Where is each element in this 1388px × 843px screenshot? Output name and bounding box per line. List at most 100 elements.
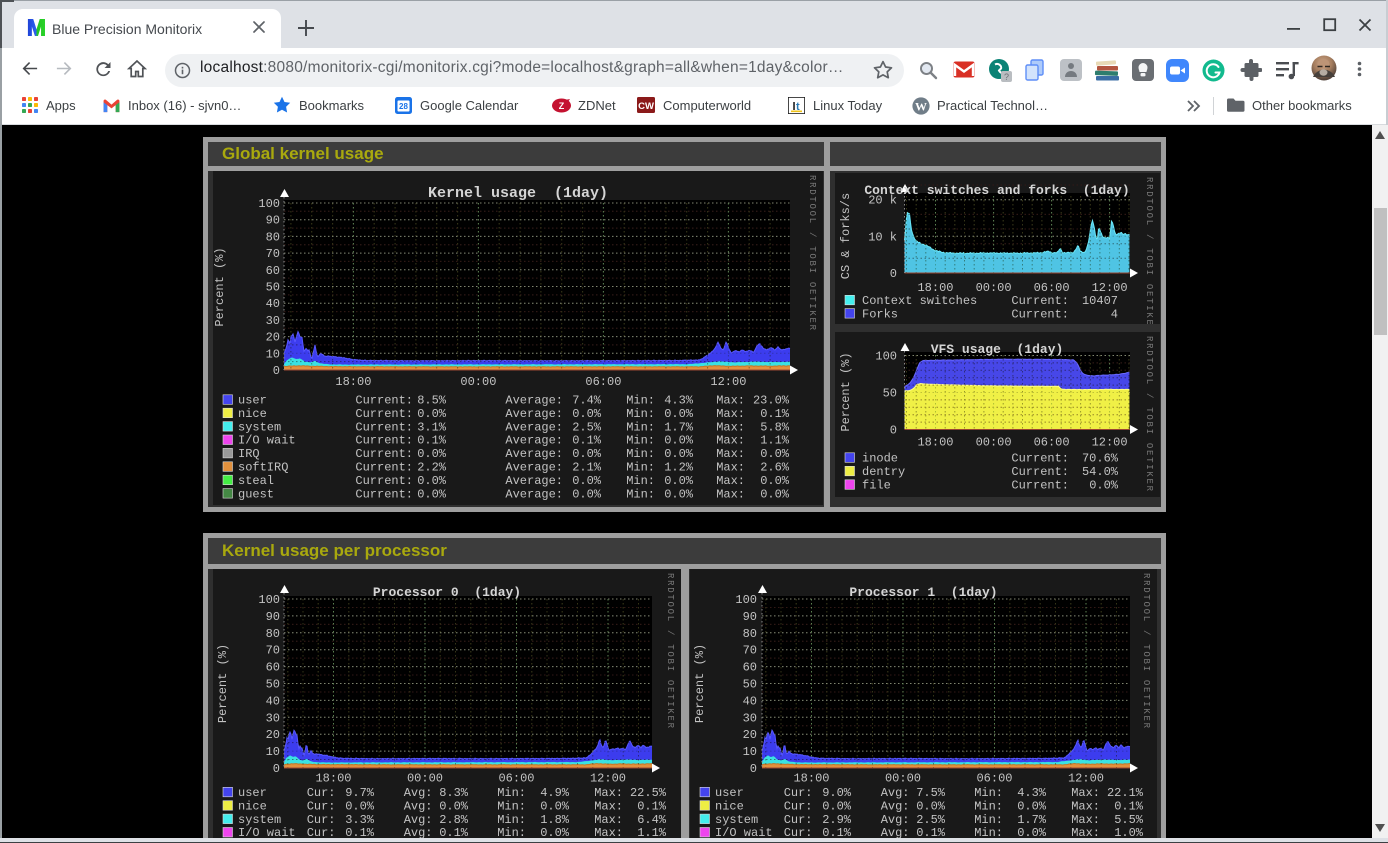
svg-text:Max:: Max:	[1071, 786, 1100, 800]
svg-text:Max:: Max:	[716, 474, 745, 488]
svg-text:0: 0	[273, 762, 280, 776]
svg-text:06:00: 06:00	[585, 375, 621, 389]
svg-text:Avg:: Avg:	[404, 813, 433, 827]
svg-text:Average:: Average:	[505, 474, 563, 488]
svg-text:0: 0	[890, 267, 897, 281]
svg-text:softIRQ: softIRQ	[238, 461, 288, 475]
svg-text:Max:: Max:	[716, 407, 745, 421]
svg-text:Cur:: Cur:	[784, 813, 813, 827]
svg-text:0.0%: 0.0%	[417, 447, 447, 461]
svg-text:Min:: Min:	[626, 461, 655, 475]
svg-text:80: 80	[266, 627, 280, 641]
svg-text:70: 70	[266, 644, 280, 658]
svg-text:nice: nice	[238, 799, 267, 813]
svg-text:Max:: Max:	[594, 799, 623, 813]
svg-text:IRQ: IRQ	[238, 447, 260, 461]
svg-text:0.0%: 0.0%	[572, 447, 602, 461]
svg-text:06:00: 06:00	[1034, 281, 1070, 295]
svg-text:00:00: 00:00	[407, 772, 443, 786]
svg-text:10: 10	[266, 745, 280, 759]
svg-text:?: ?	[1004, 72, 1009, 82]
svg-text:1.7%: 1.7%	[664, 420, 694, 434]
svg-text:60: 60	[266, 661, 280, 675]
svg-text:90: 90	[266, 610, 280, 624]
svg-text:Context switches: Context switches	[862, 294, 977, 308]
svg-text:Average:: Average:	[505, 434, 563, 448]
svg-text:RRDTOOL / TOBI OETIKER: RRDTOOL / TOBI OETIKER	[1144, 336, 1154, 492]
svg-text:12:00: 12:00	[710, 375, 746, 389]
svg-text:W: W	[915, 99, 927, 113]
svg-text:system: system	[238, 420, 281, 434]
svg-text:50: 50	[883, 387, 897, 401]
svg-text:Min:: Min:	[974, 786, 1003, 800]
svg-text:0.0%: 0.0%	[572, 474, 602, 488]
svg-text:Max:: Max:	[716, 447, 745, 461]
svg-text:Current:: Current:	[355, 394, 413, 408]
svg-text:0: 0	[273, 364, 280, 378]
svg-text:0.0%: 0.0%	[417, 487, 447, 501]
svg-text:20: 20	[266, 331, 280, 345]
svg-text:2.6%: 2.6%	[760, 461, 790, 475]
svg-text:22.5%: 22.5%	[630, 786, 667, 800]
svg-text:inode: inode	[862, 452, 898, 466]
svg-text:Current:: Current:	[355, 487, 413, 501]
svg-text:6.4%: 6.4%	[637, 813, 667, 827]
svg-text:RRDTOOL / TOBI OETIKER: RRDTOOL / TOBI OETIKER	[1144, 177, 1154, 324]
svg-text:CS & forks/s: CS & forks/s	[839, 193, 853, 279]
svg-text:Current:: Current:	[1011, 307, 1069, 321]
svg-text:Min:: Min:	[974, 799, 1003, 813]
svg-text:54.0%: 54.0%	[1082, 465, 1119, 479]
svg-text:Max:: Max:	[716, 394, 745, 408]
svg-text:4: 4	[1111, 307, 1118, 321]
svg-text:0: 0	[750, 762, 757, 776]
svg-text:18:00: 18:00	[917, 436, 953, 450]
svg-text:RRDTOOL / TOBI OETIKER: RRDTOOL / TOBI OETIKER	[807, 175, 817, 331]
svg-text:Context switches and forks (1: Context switches and forks (1day)	[864, 183, 1129, 198]
svg-text:0.0%: 0.0%	[916, 799, 946, 813]
svg-text:0.0%: 0.0%	[664, 447, 694, 461]
svg-text:0.0%: 0.0%	[417, 474, 447, 488]
svg-text:RRDTOOL / TOBI OETIKER: RRDTOOL / TOBI OETIKER	[1141, 573, 1151, 729]
svg-text:guest: guest	[238, 487, 274, 501]
svg-text:Average:: Average:	[505, 407, 563, 421]
svg-text:Current:: Current:	[355, 407, 413, 421]
svg-text:Current:: Current:	[1011, 452, 1069, 466]
svg-text:Avg:: Avg:	[881, 786, 910, 800]
svg-text:0.0%: 0.0%	[664, 474, 694, 488]
svg-text:Min:: Min:	[626, 420, 655, 434]
svg-text:2.8%: 2.8%	[439, 813, 469, 827]
svg-text:40: 40	[743, 694, 757, 708]
svg-text:2.5%: 2.5%	[572, 420, 602, 434]
svg-text:90: 90	[266, 214, 280, 228]
svg-text:12:00: 12:00	[1092, 436, 1128, 450]
svg-text:Max:: Max:	[716, 434, 745, 448]
svg-text:Kernel usage (1day): Kernel usage (1day)	[428, 185, 608, 202]
svg-text:70: 70	[743, 644, 757, 658]
svg-text:Min:: Min:	[974, 813, 1003, 827]
svg-text:80: 80	[743, 627, 757, 641]
svg-text:Processor 1 (1day): Processor 1 (1day)	[849, 585, 997, 600]
svg-text:Average:: Average:	[505, 461, 563, 475]
svg-text:0.0%: 0.0%	[822, 799, 852, 813]
svg-text:10407: 10407	[1082, 294, 1118, 308]
svg-text:100: 100	[875, 350, 897, 364]
svg-text:80: 80	[266, 230, 280, 244]
svg-text:user: user	[238, 394, 267, 408]
svg-text:Max:: Max:	[716, 461, 745, 475]
svg-text:12:00: 12:00	[1068, 772, 1104, 786]
svg-text:Cur:: Cur:	[307, 799, 336, 813]
svg-text:Current:: Current:	[355, 461, 413, 475]
svg-text:60: 60	[743, 661, 757, 675]
svg-text:30: 30	[266, 711, 280, 725]
svg-text:4.9%: 4.9%	[540, 786, 570, 800]
svg-text:18:00: 18:00	[917, 281, 953, 295]
svg-text:dentry: dentry	[862, 465, 905, 479]
svg-text:Percent (%): Percent (%)	[213, 247, 227, 326]
svg-text:Max:: Max:	[1071, 813, 1100, 827]
svg-text:0.0%: 0.0%	[760, 447, 790, 461]
svg-text:20 k: 20 k	[868, 194, 897, 208]
svg-text:12:00: 12:00	[590, 772, 626, 786]
svg-text:2.2%: 2.2%	[417, 461, 447, 475]
svg-text:0.0%: 0.0%	[760, 474, 790, 488]
svg-text:Cur:: Cur:	[307, 786, 336, 800]
